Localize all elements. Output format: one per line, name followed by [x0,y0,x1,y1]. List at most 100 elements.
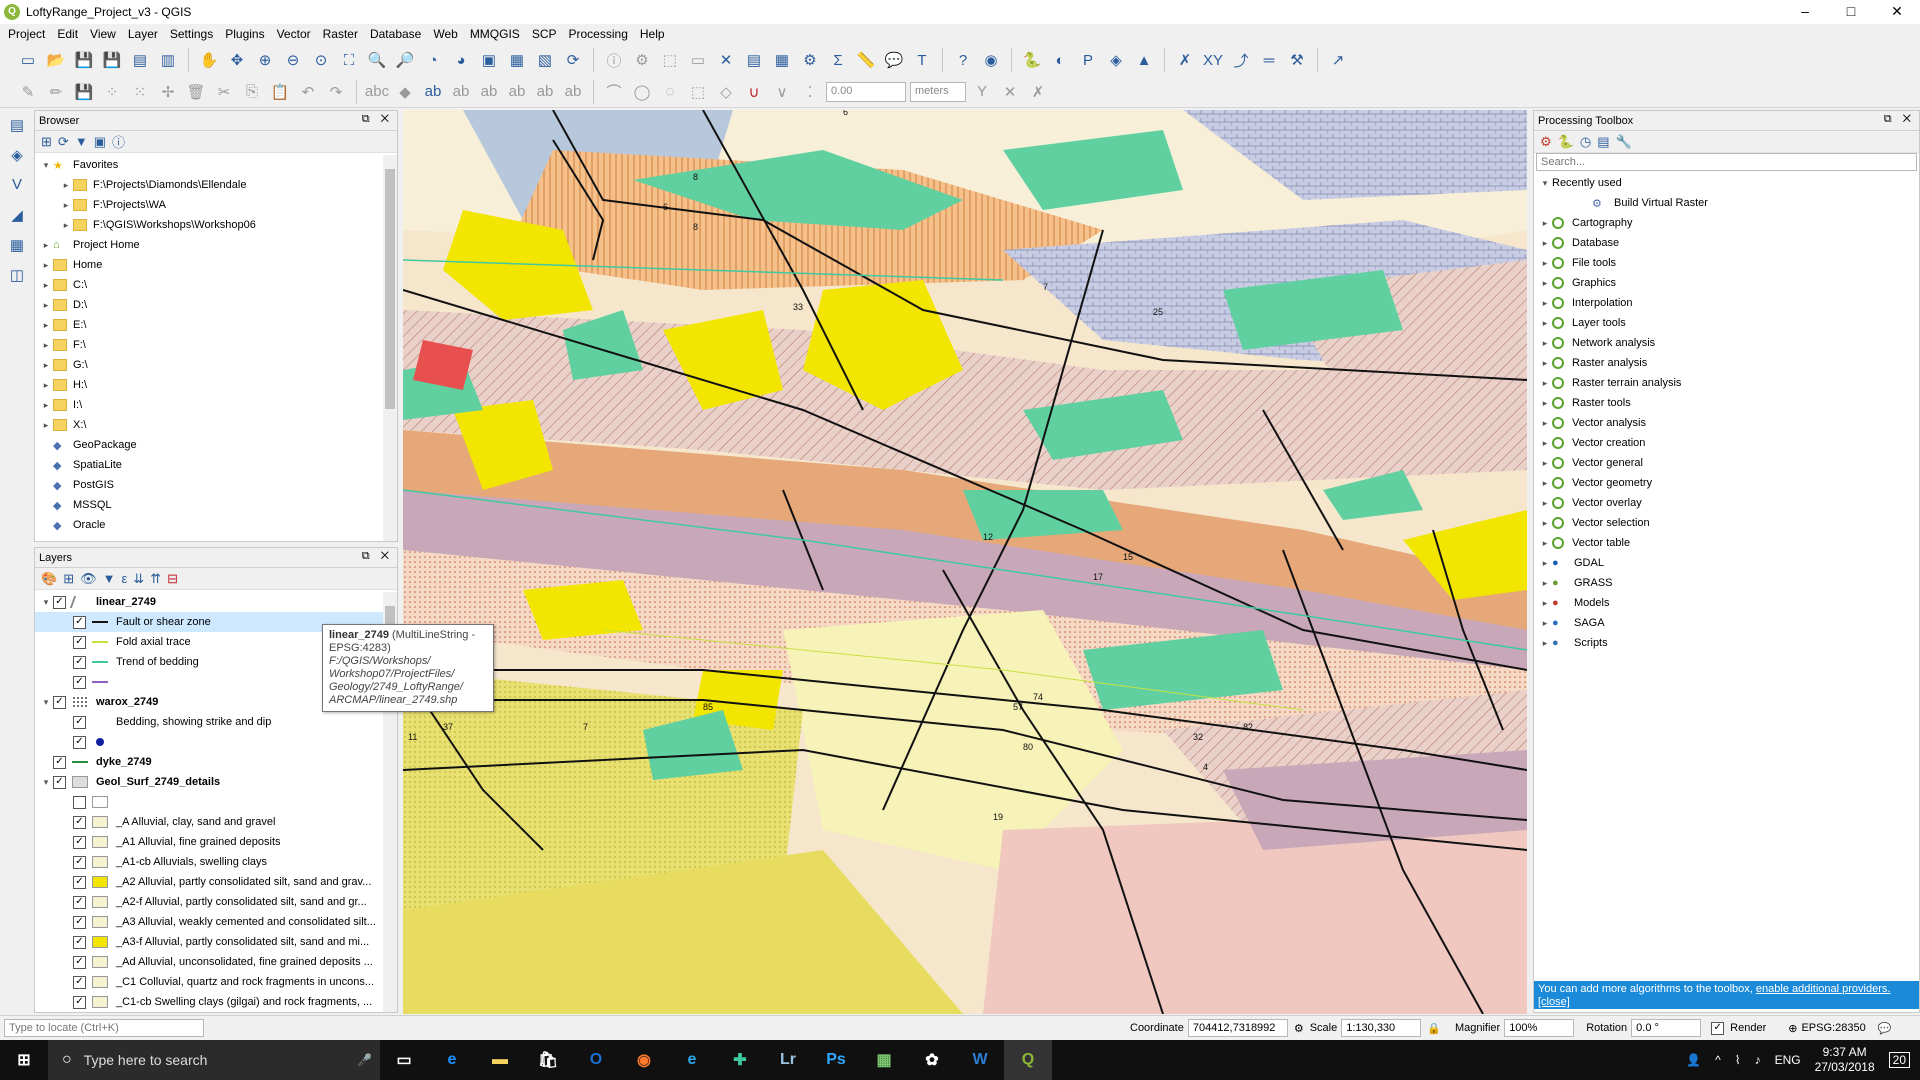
layer-legend-item[interactable]: ✓ _A1-cb Alluvials, swelling clays [35,852,397,872]
layer-visibility-checkbox[interactable]: ✓ [53,695,66,709]
collapsed-arrow-icon[interactable]: ▸ [1538,318,1552,329]
toolbox-group[interactable]: ▸ Database [1534,233,1919,253]
menu-mmqgis[interactable]: MMQGIS [466,27,528,41]
browser-item[interactable]: ▸ ⌂ Project Home [35,235,397,255]
toolbox-group[interactable]: ▸ Vector analysis [1534,413,1919,433]
field-calculator-icon[interactable]: ▦ [770,48,794,72]
browser-item[interactable]: ▸ F:\QGIS\Workshops\Workshop06 [35,215,397,235]
menu-layer[interactable]: Layer [124,27,166,41]
save-edits-icon[interactable]: 💾 [72,80,96,104]
zoom-native-icon[interactable]: ⊙ [309,48,333,72]
pan-icon[interactable]: ✋ [197,48,221,72]
new-layer-icon[interactable]: ◈ [5,146,29,170]
new-map-view-icon[interactable]: ▣ [477,48,501,72]
word-icon[interactable]: W [956,1040,1004,1080]
expanded-arrow-icon[interactable]: ▾ [39,697,53,708]
collapsed-arrow-icon[interactable]: ▸ [1538,238,1552,249]
menu-project[interactable]: Project [4,27,53,41]
processing-toolbox-icon[interactable]: ⚙ [798,48,822,72]
map-tips-icon[interactable]: 💬 [882,48,906,72]
coordinate-field[interactable]: 704412,7318992 [1187,1019,1288,1037]
layer-legend-item[interactable] [35,792,397,812]
layer-legend-item[interactable]: ✓ _C1 Colluvial, quartz and rock fragment… [35,972,397,992]
crs-label[interactable]: EPSG:28350 [1801,1022,1865,1034]
toolbox-group[interactable]: ▸ Vector general [1534,453,1919,473]
run-action-icon[interactable]: ⚙ [630,48,654,72]
add-part-icon[interactable]: ◌ [658,80,682,104]
visibility-icon[interactable]: 👁 [80,571,97,587]
toolbox-group[interactable]: ▸ Raster tools [1534,393,1919,413]
label-change-icon[interactable]: ab [561,80,585,104]
add-wms-icon[interactable]: ◫ [5,266,29,290]
panel-controls[interactable]: ⧉ ✕ [362,113,393,126]
layer-legend-item[interactable]: ✓ _Ad Alluvial, unconsolidated, fine grai… [35,952,397,972]
layer-legend-item[interactable]: ✓ _A1 Alluvial, fine grained deposits [35,832,397,852]
chart-icon[interactable]: ↗ [1326,48,1350,72]
toolbox-provider[interactable]: ▸ ● Scripts [1534,633,1919,653]
enable-providers-link[interactable]: enable additional providers. [1756,983,1891,995]
collapsed-arrow-icon[interactable]: ▸ [1538,438,1552,449]
tray-chevron-icon[interactable]: ^ [1715,1053,1721,1067]
toolbox-recent-item[interactable]: ⚙ Build Virtual Raster [1534,193,1919,213]
menu-edit[interactable]: Edit [53,27,86,41]
layer-visibility-checkbox[interactable]: ✓ [73,815,86,829]
show-bookmarks-icon[interactable]: ▧ [533,48,557,72]
expanded-arrow-icon[interactable]: ▾ [39,597,53,608]
deselect-icon[interactable]: ✕ [714,48,738,72]
collapsed-arrow-icon[interactable]: ▸ [39,300,53,311]
layer-visibility-checkbox[interactable]: ✓ [53,755,66,769]
toolbox-group[interactable]: ▸ Vector creation [1534,433,1919,453]
new-project-icon[interactable]: ▭ [16,48,40,72]
menu-help[interactable]: Help [636,27,673,41]
menu-view[interactable]: View [86,27,124,41]
taskbar-search[interactable]: ○ Type here to search 🎤 [48,1040,380,1080]
zoom-layer-icon[interactable]: 🔎 [393,48,417,72]
statistics-icon[interactable]: Σ [826,48,850,72]
label-2-icon[interactable]: ◆ [393,80,417,104]
clock-time[interactable]: 9:37 AM [1815,1045,1875,1060]
panel-controls[interactable]: ⧉ ✕ [362,550,393,563]
toolbox-group[interactable]: ▸ Layer tools [1534,313,1919,333]
collapsed-arrow-icon[interactable]: ▸ [1538,638,1552,649]
browser-item[interactable]: ▸ F:\ [35,335,397,355]
measure-icon[interactable]: 📏 [854,48,878,72]
render-checkbox[interactable]: ✓ [1711,1021,1725,1035]
toolbox-search-input[interactable] [1536,153,1917,171]
collapsed-arrow-icon[interactable]: ▸ [39,280,53,291]
qgis-taskbar-icon[interactable]: Q [1004,1040,1052,1080]
plugin-2-icon[interactable]: ◐ [1048,48,1072,72]
layer-visibility-checkbox[interactable] [73,795,86,809]
menu-vector[interactable]: Vector [273,27,319,41]
crs-icon[interactable]: ⊕ [1788,1022,1797,1035]
vertex-tool-icon[interactable]: ⁙ [128,80,152,104]
fill-ring-icon[interactable]: ⬚ [686,80,710,104]
toolbox-group[interactable]: ▸ Vector table [1534,533,1919,553]
models-icon[interactable]: ⚙ [1540,134,1552,150]
browser-item[interactable]: ▸ D:\ [35,295,397,315]
magnifier-field[interactable]: 100% [1504,1019,1575,1037]
style-icon[interactable]: 🎨 [41,571,57,587]
ie-icon[interactable]: e [668,1040,716,1080]
collapsed-arrow-icon[interactable]: ▸ [39,240,53,251]
data-source-manager-icon[interactable]: ▤ [5,116,29,140]
collapsed-arrow-icon[interactable]: ▸ [1538,458,1552,469]
remove-layer-icon[interactable]: ⊟ [167,571,178,587]
toolbox-provider[interactable]: ▸ ● SAGA [1534,613,1919,633]
options-icon[interactable]: 🔧 [1615,134,1631,150]
open-project-icon[interactable]: 📂 [44,48,68,72]
network-icon[interactable]: ⌇ [1735,1053,1741,1067]
python-icon[interactable]: 🐍 [1558,134,1574,150]
offset-units-select[interactable]: meters [910,81,966,102]
collapse-all-icon[interactable]: ⇈ [150,571,161,587]
label-highlight-icon[interactable]: ab [421,80,445,104]
plugin-icon[interactable]: ◉ [979,48,1003,72]
collapse-all-icon[interactable]: ▣ [94,134,106,150]
collapsed-arrow-icon[interactable]: ▸ [39,400,53,411]
browser-item[interactable]: ◆ GeoPackage [35,435,397,455]
menu-settings[interactable]: Settings [166,27,221,41]
delete-part-icon[interactable]: ✕ [998,80,1022,104]
banner-close-link[interactable]: [close] [1538,996,1570,1008]
delete-icon[interactable]: 🗑 [184,80,208,104]
browser-item[interactable]: ▸ G:\ [35,355,397,375]
toolbox-group[interactable]: ▸ Network analysis [1534,333,1919,353]
